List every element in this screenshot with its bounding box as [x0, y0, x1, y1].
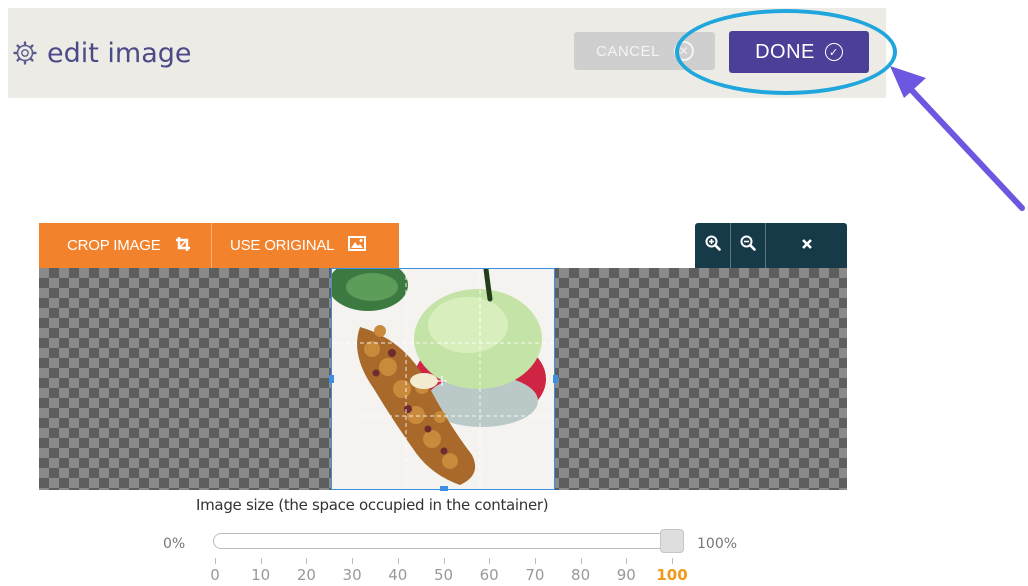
- done-label: DONE: [755, 40, 815, 63]
- original-label: USE ORIGINAL: [230, 237, 335, 254]
- slider-tick: [352, 558, 354, 564]
- slider-tick-label: 40: [388, 566, 408, 584]
- crop-handle-left[interactable]: [329, 375, 334, 383]
- image-size-label: Image size (the space occupied in the co…: [196, 496, 549, 514]
- slider-tick-label: 20: [296, 566, 316, 584]
- title-text: edit image: [47, 37, 192, 69]
- close-button[interactable]: [766, 223, 847, 268]
- slider-tick-label: 50: [433, 566, 454, 584]
- slider-handle[interactable]: [660, 529, 684, 553]
- zoom-in-button[interactable]: [695, 223, 730, 268]
- close-icon: [801, 237, 813, 255]
- slider-tick-label: 30: [342, 566, 362, 584]
- slider-tick-label: 0: [210, 566, 220, 584]
- page-title: edit image: [13, 8, 192, 98]
- crop-image-button[interactable]: CROP IMAGE: [39, 223, 211, 268]
- slider-tick-label: 80: [571, 566, 591, 584]
- cancel-icon: ✕: [673, 41, 694, 61]
- annotation-arrow-icon: [890, 66, 1025, 211]
- use-original-button[interactable]: USE ORIGINAL: [212, 223, 399, 268]
- check-circle-icon: ✓: [824, 43, 843, 61]
- gear-icon: [13, 41, 37, 65]
- zoom-out-button[interactable]: [731, 223, 765, 268]
- slider-tick-label: 70: [525, 566, 545, 584]
- slider-tick: [534, 558, 536, 564]
- slider-scale: 0 10 20 30 40 50 60 70 80 90 100: [0, 558, 1028, 586]
- crop-handle-right[interactable]: [553, 375, 558, 383]
- slider-min-label: 0%: [163, 536, 186, 552]
- slider-tick-label: 60: [479, 566, 499, 584]
- slider-tick-label: 10: [251, 566, 271, 584]
- cancel-label: CANCEL: [596, 42, 660, 60]
- slider-tick: [626, 558, 628, 564]
- slider-tick: [397, 558, 399, 564]
- slider-tick: [580, 558, 582, 564]
- zoom-out-icon: [740, 235, 756, 256]
- slider-tick: [260, 558, 262, 564]
- slider-max-label: 100%: [697, 536, 738, 552]
- slider-tick: [443, 558, 445, 564]
- image-size-slider[interactable]: [213, 533, 683, 549]
- slider-tick: [672, 558, 673, 564]
- slider-tick-label: 100: [656, 566, 688, 584]
- crop-label: CROP IMAGE: [67, 237, 161, 254]
- editor-header: edit image CANCEL ✕ DONE ✓: [8, 8, 886, 98]
- slider-tick: [215, 558, 216, 564]
- cancel-button[interactable]: CANCEL ✕: [574, 32, 715, 70]
- picture-icon: [348, 236, 367, 255]
- image-canvas[interactable]: [39, 268, 847, 491]
- food-photo: [332, 269, 554, 490]
- slider-tick-label: 90: [616, 566, 636, 584]
- crop-icon: [175, 236, 191, 256]
- slider-tick: [489, 558, 491, 564]
- done-button[interactable]: DONE ✓: [729, 31, 869, 73]
- crop-handle-bottom[interactable]: [440, 486, 448, 491]
- zoom-in-icon: [705, 235, 721, 256]
- slider-tick: [306, 558, 308, 564]
